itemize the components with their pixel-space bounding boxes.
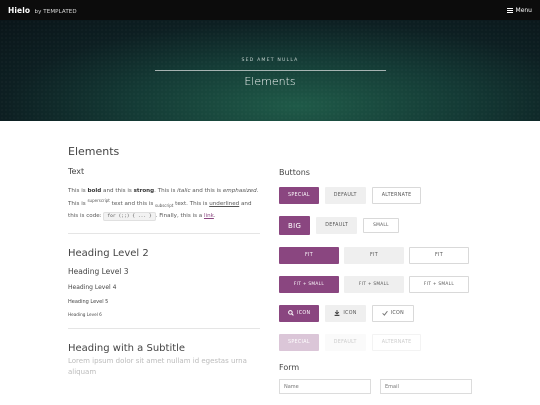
menu-button[interactable]: Menu [506,6,532,14]
button-label: ICON [297,311,311,316]
button-row: FIT + SMALL FIT + SMALL FIT + SMALL [279,276,474,293]
icon-default-button[interactable]: ICON [325,305,366,322]
heading-level-2: Heading Level 2 [68,247,149,259]
disabled-alternate-button: ALTERNATE [371,334,422,351]
underlined-text: underlined [209,200,240,207]
code-snippet: for (;;) { ... } [103,211,156,221]
sample-paragraph: This is bold and this is strong. This is… [68,188,259,221]
button-label: ICON [390,311,404,316]
heading-level-6: Heading Level 6 [68,311,102,317]
button-row: BIG DEFAULT SMALL [279,216,474,235]
left-column: Elements Text This is bold and this is s… [68,145,260,378]
brand-byline: by TEMPLATED [34,8,77,15]
name-input[interactable] [279,379,371,394]
banner-subtitle: SED AMET NULLA [241,58,299,63]
strong-text: strong [133,188,155,194]
small-button[interactable]: SMALL [363,218,399,233]
icon-alternate-button[interactable]: ICON [371,305,414,322]
fit-small-alternate-button[interactable]: FIT + SMALL [409,276,469,293]
emphasized-text: emphasized [222,188,257,194]
form-inputs [279,379,474,394]
subscript-text: subscript [155,202,174,208]
heading-level-3: Heading Level 3 [68,266,129,276]
default-button[interactable]: DEFAULT [316,217,358,234]
fit-default-button[interactable]: FIT [344,247,404,264]
button-label: ICON [343,311,357,316]
section-divider [68,327,260,329]
disabled-default-button: DEFAULT [324,334,366,351]
heading-level-4: Heading Level 4 [68,283,117,291]
email-input[interactable] [380,379,472,394]
button-row: SPECIAL DEFAULT ALTERNATE [279,334,474,351]
site-logo[interactable]: Hielo by TEMPLATED [8,6,77,15]
superscript-text: superscript [87,198,110,203]
fit-small-default-button[interactable]: FIT + SMALL [344,276,404,293]
heading-level-5: Heading Level 5 [68,298,109,305]
sample-link[interactable]: link [204,213,214,219]
special-button[interactable]: SPECIAL [279,187,319,204]
menu-label: Menu [515,6,532,14]
brand-name: Hielo [8,5,31,15]
text-heading: Text [68,167,85,176]
check-icon [381,310,388,318]
default-button[interactable]: DEFAULT [324,187,366,204]
right-column: Buttons SPECIAL DEFAULT ALTERNATE BIG DE… [279,168,474,394]
banner-divider [155,70,386,71]
download-icon [334,309,340,318]
section-divider [68,232,260,234]
subtitle-text: Lorem ipsum dolor sit amet nullam id ege… [68,356,247,376]
bold-text: bold [87,188,102,194]
button-row: SPECIAL DEFAULT ALTERNATE [279,187,474,204]
section-title: Elements [68,145,120,158]
banner-title: Elements [244,75,296,88]
italic-text: italic [177,188,191,194]
top-navigation-bar: Hielo by TEMPLATED Menu [0,0,540,20]
fit-small-special-button[interactable]: FIT + SMALL [279,276,339,293]
fit-special-button[interactable]: FIT [279,247,339,264]
big-button[interactable]: BIG [279,216,311,235]
disabled-special-button: SPECIAL [279,334,319,351]
heading-with-subtitle: Heading with a Subtitle [68,342,186,354]
button-row: ICON ICON ICON [279,305,474,322]
hamburger-icon [506,7,513,13]
hero-banner: SED AMET NULLA Elements [0,20,540,121]
buttons-heading: Buttons [279,168,310,177]
alternate-button[interactable]: ALTERNATE [371,187,422,204]
search-icon [288,309,294,318]
fit-alternate-button[interactable]: FIT [409,247,469,264]
icon-special-button[interactable]: ICON [279,305,320,322]
form-heading: Form [279,363,300,372]
button-row: FIT FIT FIT [279,247,474,264]
